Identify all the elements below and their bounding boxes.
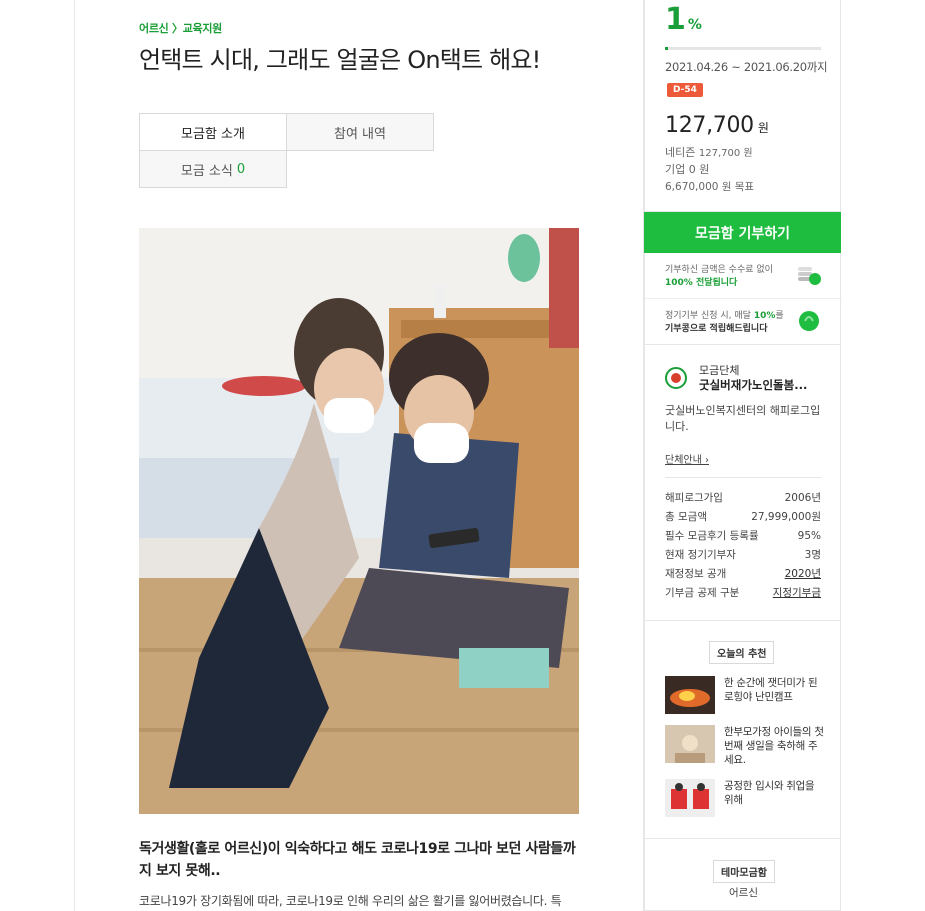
stat-row: 기부금 공제 구분 지정기부금 [665,583,821,602]
recommend-title: 오늘의 추천 [709,641,775,664]
info-regular: 정기기부 신청 시, 매달 10%를 기부콩으로 적립해드립니다 [645,299,842,345]
coins-icon [798,267,821,285]
netizen-label: 네티즌 [665,146,696,159]
finance-report-link[interactable]: 2020년 [785,566,821,581]
stat-value: 3명 [804,549,821,561]
company-amount: 기업 0 원 [665,163,710,176]
stat-value: 2006년 [784,492,821,504]
info-regular-highlight: 10% [753,311,776,321]
info-regular-suffix: 를 [775,311,784,321]
org-info-link[interactable]: 단체안내 › [665,451,709,466]
photo-illustration [139,228,579,814]
raised-amount: 127,700 원 [665,113,769,138]
progress-percent: 1% [665,2,702,37]
tab-bar: 모금함 소개 참여 내역 모금 소식 0 [139,113,434,190]
stat-label: 총 모금액 [665,511,707,523]
stat-label: 현재 정기기부자 [665,549,736,561]
recommend-item[interactable]: 한 순간에 잿더미가 된 로힝야 난민캠프 [665,676,825,714]
org-logo-icon [665,367,687,389]
tab-history[interactable]: 참여 내역 [286,113,434,151]
tab-news-label: 모금 소식 [180,163,233,179]
org-box: 모금단체 굿실버재가노인돌봄... 굿실버노인복지센터의 해피로그입니다. 단체… [644,345,841,621]
content-body: 코로나19가 장기화됨에 따라, 코로나19로 인해 우리의 삶은 활기를 잃어… [139,894,562,908]
tab-news-count: 0 [236,161,246,177]
recommend-box: 오늘의 추천 한 순간에 잿더미가 된 로힝야 난민캠프 한부모가정 아이들의 … [644,621,841,839]
netizen-row: 네티즌 127,700 원 [665,145,753,162]
page-title: 언택트 시대, 그래도 얼굴은 On택트 해요! [139,46,541,74]
recommend-text: 한부모가정 아이들의 첫 번째 생일을 축하해 주세요. [724,726,824,766]
progress-value: 1 [665,2,686,37]
deduction-type-link[interactable]: 지정기부금 [773,585,821,600]
org-label: 모금단체 [699,364,740,377]
stat-row: 재정정보 공개 2020년 [665,564,821,583]
stat-label: 필수 모금후기 등록률 [665,530,759,542]
org-name[interactable]: 굿실버재가노인돌봄... [699,377,807,393]
main-column: 어르신 〉교육지원 언택트 시대, 그래도 얼굴은 On택트 해요! 모금함 소… [74,0,644,911]
recommend-text: 공정한 입시와 취업을 위해 [724,780,815,806]
campaign-photo [139,228,579,814]
stat-value: 27,999,000원 [751,511,821,523]
bean-icon [799,311,819,331]
amount-breakdown: 네티즌 127,700 원 기업 0 원 [665,145,753,178]
raised-amount-value: 127,700 [665,113,754,138]
progress-unit: % [687,17,702,33]
donation-info-box: 기부하신 금액은 수수료 없이 100% 전달됩니다 정기기부 신청 시, 매달… [644,253,842,345]
goal-amount: 6,670,000 원 목표 [665,181,755,193]
info-regular-text: 정기기부 신청 시, 매달 [665,311,751,321]
org-stats: 해피로그가입 2006년 총 모금액 27,999,000원 필수 모금후기 등록률… [665,488,821,602]
info-no-fee: 기부하신 금액은 수수료 없이 100% 전달됩니다 [645,253,842,299]
stat-row: 해피로그가입 2006년 [665,488,821,507]
theme-box: 테마모금함 어르신 [644,839,841,911]
stat-label: 기부금 공제 구분 [665,587,740,599]
progress-bar [665,47,821,50]
recommend-thumbnail [665,779,715,817]
recommend-text: 한 순간에 잿더미가 된 로힝야 난민캠프 [724,677,818,703]
theme-title: 테마모금함 [713,860,775,883]
content-lead: 독거생활(홀로 어르신)이 익숙하다고 해도 코로나19로 그나마 보던 사람들… [139,841,576,879]
recommend-thumbnail [665,676,715,714]
recommend-thumbnail [665,725,715,763]
recommend-item[interactable]: 한부모가정 아이들의 첫 번째 생일을 축하해 주세요. [665,725,825,766]
theme-value[interactable]: 어르신 [645,885,842,900]
stat-value: 95% [797,529,821,542]
tab-news[interactable]: 모금 소식 0 [139,150,287,188]
org-description: 굿실버노인복지센터의 해피로그입니다. [665,404,821,433]
progress-bar-fill [665,47,668,50]
stat-label: 재정정보 공개 [665,568,727,580]
stat-label: 해피로그가입 [665,492,723,504]
stat-row: 필수 모금후기 등록률 95% [665,526,821,545]
sidebar: 1% 2021.04.26 ~ 2021.06.20까지 D-54 127,70… [644,0,842,911]
donate-button[interactable]: 모금함 기부하기 [644,212,841,253]
stat-row: 총 모금액 27,999,000원 [665,507,821,526]
raised-amount-unit: 원 [757,121,769,135]
dday-badge: D-54 [667,83,703,97]
org-divider [665,477,821,478]
progress-box: 1% 2021.04.26 ~ 2021.06.20까지 D-54 127,70… [644,0,841,212]
netizen-amount: 127,700 원 [698,148,753,159]
tab-intro[interactable]: 모금함 소개 [139,113,287,151]
campaign-period: 2021.04.26 ~ 2021.06.20까지 [665,60,828,74]
stat-row: 현재 정기기부자 3명 [665,545,821,564]
recommend-item[interactable]: 공정한 입시와 취업을 위해 [665,779,825,817]
breadcrumb[interactable]: 어르신 〉교육지원 [139,20,222,36]
